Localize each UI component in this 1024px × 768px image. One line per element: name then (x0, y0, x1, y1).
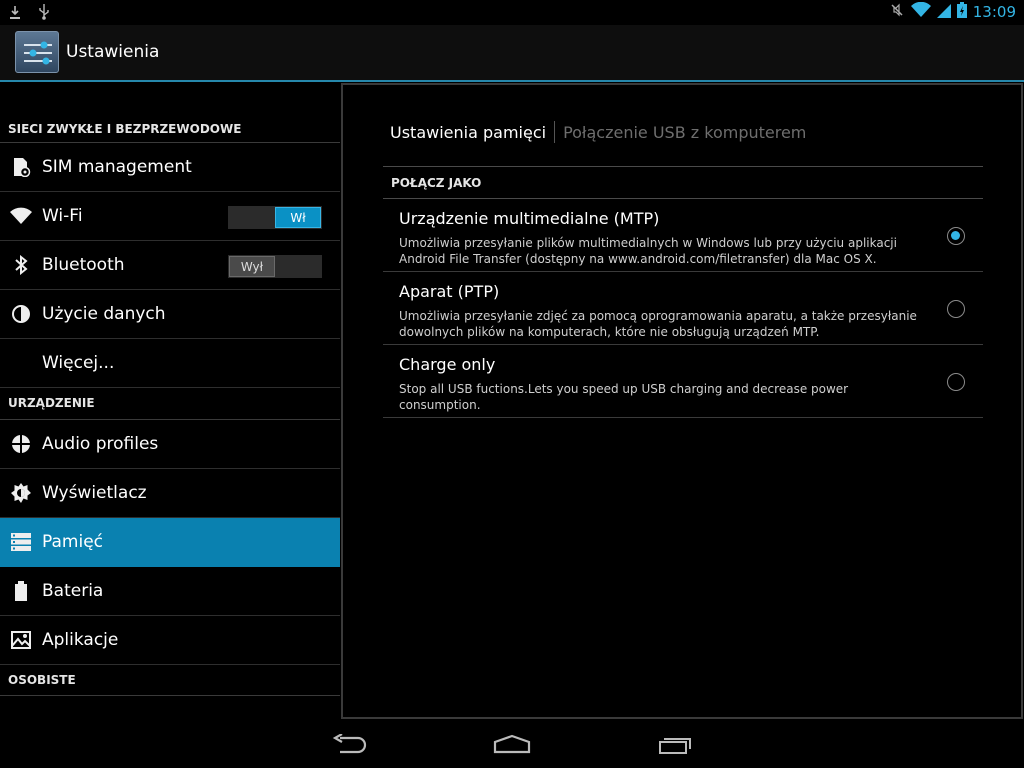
toggle-knob: Wł (275, 207, 321, 228)
sidebar-item-display[interactable]: Wyświetlacz (0, 469, 340, 518)
settings-sliders-icon[interactable] (15, 31, 59, 73)
signal-icon (936, 2, 951, 22)
sidebar-item-label: Pamięć (42, 532, 103, 552)
option-charge-only[interactable]: Charge only Stop all USB fuctions.Lets y… (383, 345, 983, 418)
apps-icon (0, 630, 42, 650)
sidebar-item-data-usage[interactable]: Użycie danych (0, 290, 340, 339)
sidebar-item-label: Więcej... (42, 353, 115, 373)
sidebar-item-battery[interactable]: Bateria (0, 567, 340, 616)
navigation-bar (0, 720, 1024, 768)
sidebar-item-label: Użycie danych (42, 304, 166, 324)
wifi-icon (910, 1, 931, 22)
storage-settings-panel: Ustawienia pamięci Połączenie USB z komp… (341, 83, 1023, 719)
sim-settings-icon (0, 157, 42, 177)
sidebar-item-apps[interactable]: Aplikacje (0, 616, 340, 665)
download-icon (10, 5, 20, 24)
data-usage-icon (0, 304, 42, 324)
home-icon[interactable] (492, 730, 532, 758)
settings-list[interactable]: SIECI ZWYKŁE I BEZPRZEWODOWE SIM managem… (0, 82, 340, 722)
sidebar-item-label: Bateria (42, 581, 104, 601)
divider (383, 166, 983, 167)
sidebar-item-label: Bluetooth (42, 255, 125, 275)
clock: 13:09 (972, 3, 1016, 21)
battery-charging-icon (956, 2, 967, 22)
section-header-connect-as: POŁĄCZ JAKO (391, 176, 482, 190)
option-description: Umożliwia przesyłanie zdjęć za pomocą op… (399, 309, 917, 339)
sidebar-item-label: Audio profiles (42, 434, 159, 454)
usb-icon (38, 4, 50, 24)
sidebar-item-label: Wyświetlacz (42, 483, 147, 503)
breadcrumb: Ustawienia pamięci Połączenie USB z komp… (390, 121, 806, 143)
storage-icon (0, 533, 42, 551)
sidebar-item-audio-profiles[interactable]: Audio profiles (0, 420, 340, 469)
wifi-icon (0, 207, 42, 225)
sidebar-item-sim-management[interactable]: SIM management (0, 143, 340, 192)
back-icon[interactable] (330, 730, 370, 758)
option-title: Urządzenie multimedialne (MTP) (399, 209, 660, 228)
tab-usb-connection[interactable]: Połączenie USB z komputerem (563, 123, 806, 142)
option-ptp[interactable]: Aparat (PTP) Umożliwia przesyłanie zdjęć… (383, 272, 983, 345)
section-header-device: URZĄDZENIE (0, 388, 340, 420)
status-bar: 13:09 (0, 0, 1024, 25)
option-description: Stop all USB fuctions.Lets you speed up … (399, 382, 849, 412)
page-title: Ustawienia (66, 42, 160, 62)
sidebar-item-storage[interactable]: Pamięć (0, 518, 340, 567)
audio-profiles-icon (0, 434, 42, 454)
bluetooth-toggle[interactable]: Wył (228, 255, 322, 278)
mute-icon (889, 2, 905, 22)
wifi-toggle[interactable]: Wł (228, 206, 322, 229)
tab-storage-settings[interactable]: Ustawienia pamięci (390, 123, 546, 142)
sidebar-item-label: SIM management (42, 157, 192, 177)
brightness-icon (0, 482, 42, 504)
option-description: Umożliwia przesyłanie plików multimedial… (399, 236, 897, 266)
sidebar-item-label: Aplikacje (42, 630, 119, 650)
bluetooth-icon (0, 255, 42, 275)
option-title: Charge only (399, 355, 496, 374)
section-header-networks: SIECI ZWYKŁE I BEZPRZEWODOWE (0, 82, 340, 143)
sidebar-item-label: Wi-Fi (42, 206, 83, 226)
radio-charge-only[interactable] (947, 373, 965, 391)
section-header-personal: OSOBISTE (0, 665, 340, 696)
sidebar-item-wifi[interactable]: Wi-Fi Wł (0, 192, 340, 241)
recent-apps-icon[interactable] (655, 730, 695, 758)
action-bar: Ustawienia (0, 25, 1024, 82)
battery-icon (0, 581, 42, 601)
radio-ptp[interactable] (947, 300, 965, 318)
option-mtp[interactable]: Urządzenie multimedialne (MTP) Umożliwia… (383, 199, 983, 272)
breadcrumb-divider (554, 121, 556, 143)
option-title: Aparat (PTP) (399, 282, 500, 301)
sidebar-item-bluetooth[interactable]: Bluetooth Wył (0, 241, 340, 290)
sidebar-item-more[interactable]: Więcej... (0, 339, 340, 388)
radio-mtp[interactable] (947, 227, 965, 245)
toggle-knob: Wył (229, 256, 275, 277)
